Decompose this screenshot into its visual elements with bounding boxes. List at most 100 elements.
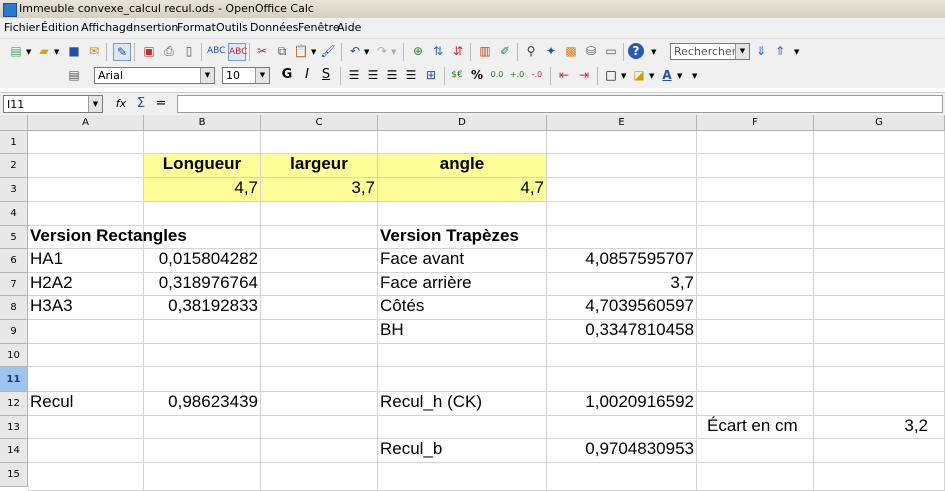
column-header-b[interactable]: B: [144, 115, 261, 131]
search-dropdown-icon[interactable]: ▼: [735, 44, 749, 59]
row-header-3[interactable]: 3: [0, 178, 28, 202]
grid-cell[interactable]: [261, 392, 378, 416]
grid-cell[interactable]: [144, 439, 261, 463]
underline-icon[interactable]: S: [318, 67, 334, 83]
styles-formatting-icon[interactable]: ▤: [66, 67, 82, 83]
percent-format-icon[interactable]: %: [469, 67, 485, 83]
new-document-icon[interactable]: ▤: [8, 43, 24, 59]
grid-cell[interactable]: [378, 344, 547, 367]
column-header-e[interactable]: E: [547, 115, 697, 131]
row-header-2[interactable]: 2: [0, 154, 28, 178]
format-toolbar-options-icon[interactable]: ▼: [692, 72, 697, 80]
function-icon[interactable]: =: [153, 96, 169, 112]
font-name-combo[interactable]: Arial ▼: [94, 67, 215, 84]
sort-ascending-icon[interactable]: ⇅: [430, 43, 446, 59]
chart-icon[interactable]: ▥: [477, 43, 493, 59]
undo-icon[interactable]: ↶: [347, 43, 363, 59]
font-size-combo[interactable]: 10 ▼: [222, 67, 270, 84]
undo-dropdown-icon[interactable]: ▼: [364, 48, 369, 56]
background-color-dropdown-icon[interactable]: ▼: [649, 72, 654, 80]
grid-cell[interactable]: [814, 202, 945, 226]
search-combo[interactable]: Rechercher ▼: [670, 43, 750, 60]
hyperlink-icon[interactable]: ⊕: [410, 43, 426, 59]
grid-cell[interactable]: [697, 367, 814, 392]
spellcheck-icon[interactable]: ABC: [207, 43, 225, 59]
grid-cell[interactable]: [697, 154, 814, 178]
grid-cell[interactable]: [547, 416, 697, 439]
cell-d2[interactable]: angle: [378, 154, 547, 178]
decrease-indent-icon[interactable]: ⇤: [556, 67, 572, 83]
grid-cell[interactable]: [28, 463, 144, 491]
grid-cell[interactable]: [261, 439, 378, 463]
row-header-1[interactable]: 1: [0, 131, 28, 154]
cell-b6[interactable]: 0,015804282: [144, 249, 261, 273]
cell-e6[interactable]: 4,0857595707: [547, 249, 697, 273]
cell-g13[interactable]: 3,2: [814, 416, 945, 439]
row-header-10[interactable]: 10: [0, 344, 28, 367]
delete-decimal-icon[interactable]: -.0: [529, 67, 545, 83]
grid-cell[interactable]: [261, 273, 378, 296]
grid-cell[interactable]: [261, 226, 378, 249]
grid-cell[interactable]: [697, 226, 814, 249]
grid-cell[interactable]: [144, 320, 261, 344]
paste-icon[interactable]: 📋: [293, 43, 309, 59]
menu-donnees[interactable]: Données: [250, 21, 298, 34]
grid-cell[interactable]: [697, 463, 814, 491]
background-color-icon[interactable]: ◪: [631, 67, 647, 83]
find-next-icon[interactable]: ⇓: [753, 43, 769, 59]
align-left-icon[interactable]: ☰: [346, 67, 362, 83]
grid-cell[interactable]: [697, 249, 814, 273]
grid-cell[interactable]: [28, 154, 144, 178]
italic-icon[interactable]: I: [299, 67, 315, 83]
grid-cell[interactable]: [261, 367, 378, 392]
cell-e7[interactable]: 3,7: [547, 273, 697, 296]
grid-cell[interactable]: [697, 131, 814, 154]
grid-cell[interactable]: [261, 344, 378, 367]
cell-c3[interactable]: 3,7: [261, 178, 378, 202]
grid-cell[interactable]: [261, 249, 378, 273]
show-draw-functions-icon[interactable]: ✐: [497, 43, 513, 59]
grid-cell[interactable]: [547, 202, 697, 226]
cell-e8[interactable]: 4,7039560597: [547, 296, 697, 320]
grid-cell[interactable]: [814, 273, 945, 296]
grid-cell[interactable]: [144, 202, 261, 226]
open-folder-icon[interactable]: ▰: [36, 43, 52, 59]
cell-d7[interactable]: Face arrière: [378, 273, 547, 296]
menu-format[interactable]: Format: [177, 21, 216, 34]
cell-e14[interactable]: 0,9704830953: [547, 439, 697, 463]
grid-cell[interactable]: [547, 226, 697, 249]
export-pdf-icon[interactable]: ▣: [141, 43, 157, 59]
grid-cell[interactable]: [814, 296, 945, 320]
menu-outils[interactable]: Outils: [216, 21, 248, 34]
grid-cell[interactable]: [144, 131, 261, 154]
grid-cell[interactable]: [144, 463, 261, 491]
help-icon[interactable]: ?: [628, 43, 644, 59]
menu-edition[interactable]: Édition: [41, 21, 79, 34]
zoom-icon[interactable]: ▭: [603, 43, 619, 59]
grid-cell[interactable]: [28, 131, 144, 154]
redo-icon[interactable]: ↷: [374, 43, 390, 59]
row-header-15[interactable]: 15: [0, 463, 28, 487]
new-dropdown-icon[interactable]: ▼: [26, 48, 31, 56]
name-box-dropdown-icon[interactable]: ▼: [88, 96, 102, 112]
font-color-dropdown-icon[interactable]: ▼: [677, 72, 682, 80]
grid-cell[interactable]: [261, 320, 378, 344]
edit-file-icon[interactable]: ✎: [113, 43, 131, 61]
cut-icon[interactable]: ✂: [254, 43, 270, 59]
cell-a6[interactable]: HA1: [28, 249, 144, 273]
grid-cell[interactable]: [28, 320, 144, 344]
cell-d6[interactable]: Face avant: [378, 249, 547, 273]
navigator-icon[interactable]: ✦: [543, 43, 559, 59]
grid-cell[interactable]: [814, 249, 945, 273]
menu-fenetre[interactable]: Fenêtre: [298, 21, 340, 34]
cell-f13[interactable]: Écart en cm: [697, 416, 814, 439]
sort-descending-icon[interactable]: ⇵: [450, 43, 466, 59]
grid-cell[interactable]: [697, 392, 814, 416]
paste-dropdown-icon[interactable]: ▼: [311, 48, 316, 56]
menu-insertion[interactable]: Insertion: [130, 21, 178, 34]
grid-cell[interactable]: [28, 367, 144, 392]
grid-cell[interactable]: [547, 344, 697, 367]
cell-b2[interactable]: Longueur: [144, 154, 261, 178]
grid-cell[interactable]: [144, 367, 261, 392]
cell-a7[interactable]: H2A2: [28, 273, 144, 296]
